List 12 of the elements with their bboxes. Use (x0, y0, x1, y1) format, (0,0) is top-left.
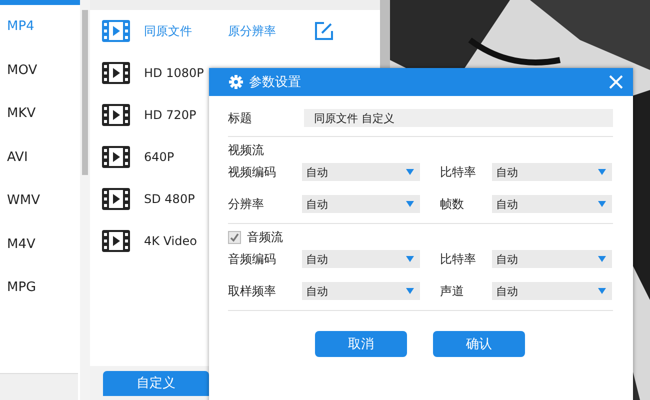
field-label: 比特率 (440, 250, 477, 268)
field-label: 帧数 (440, 196, 465, 212)
field-label: 标题 (228, 110, 253, 126)
field-label: 音频编码 (228, 250, 277, 268)
section-heading: 音频流 (247, 228, 283, 246)
field-label: 视频编码 (228, 164, 277, 180)
field-label: 取样频率 (228, 282, 277, 300)
section-heading: 视频流 (228, 142, 264, 158)
field-label: 声道 (440, 282, 465, 300)
dialog-title-bar: 参数设置 (209, 68, 633, 96)
field-label: 比特率 (440, 164, 477, 180)
field-label: 分辨率 (228, 196, 265, 212)
